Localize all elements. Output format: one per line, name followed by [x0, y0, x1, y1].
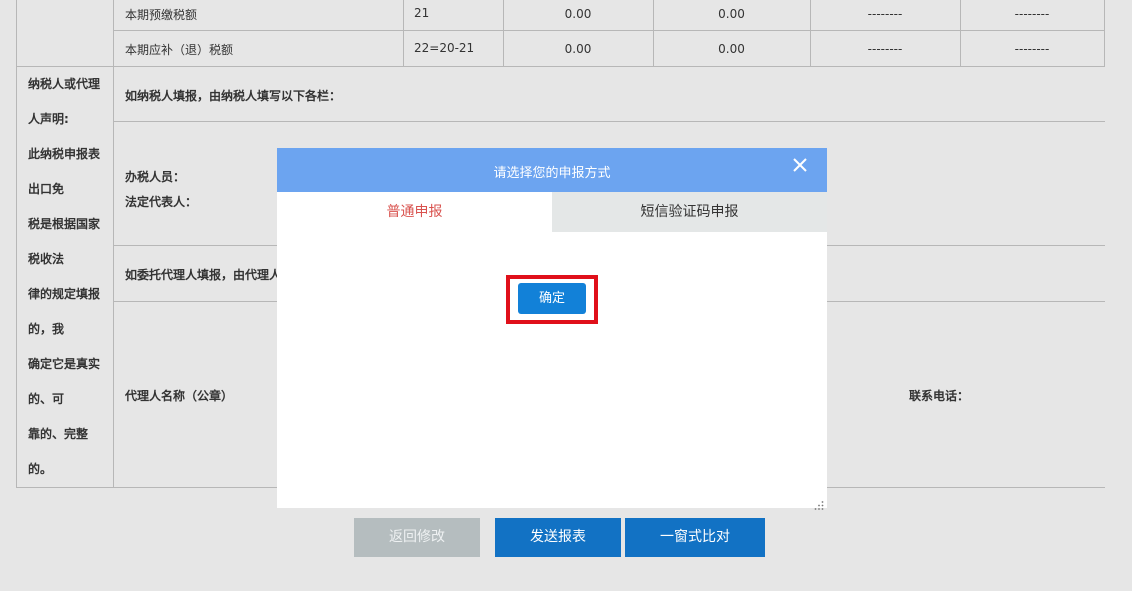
resize-grip-icon[interactable]: [814, 495, 824, 510]
declaration-line: 靠的、完整: [28, 427, 89, 441]
resize-grip-glyph: [814, 501, 824, 510]
declaration-line: 此纳税申报表: [28, 147, 101, 161]
agent-section-title: 如委托代理人填报，由代理人: [125, 268, 282, 282]
send-report-button[interactable]: 发送报表: [495, 518, 621, 557]
declaration-line: 人声明:: [28, 112, 69, 126]
row-value: --------: [1014, 42, 1050, 56]
phone-label: 联系电话：: [909, 389, 970, 403]
declaration-line: 的，我: [28, 322, 65, 336]
declaration-line: 确定它是真实: [28, 357, 101, 371]
grid-line: [16, 0, 17, 488]
grid-line: [113, 30, 1105, 31]
declaration-line: 律的规定填报: [28, 287, 101, 301]
declaration-line: 的、可: [28, 392, 65, 406]
row-value: --------: [867, 7, 903, 21]
declaration-line: 出口免: [28, 182, 65, 196]
row-formula: 22=20-21: [414, 41, 475, 55]
grid-line: [113, 121, 1105, 122]
close-icon-glyph: [793, 158, 807, 172]
tab-normal-declaration[interactable]: 普通申报: [277, 192, 552, 232]
declaration-line: 纳税人或代理: [28, 77, 101, 91]
handler-label: 办税人员：: [125, 170, 186, 184]
declaration-line: 税是根据国家: [28, 217, 101, 231]
row-label: 本期预缴税额: [125, 8, 198, 22]
grid-line: [1104, 0, 1105, 67]
grid-line: [16, 66, 1105, 67]
legal-rep-label: 法定代表人：: [125, 195, 198, 209]
row-value: 0.00: [564, 42, 592, 56]
confirm-button[interactable]: 确定: [518, 283, 586, 314]
grid-line: [403, 0, 404, 67]
declaration-statement: 纳税人或代理 人声明: 此纳税申报表 出口免 税是根据国家 税收法 律的规定填报…: [28, 67, 112, 487]
dialog-title: 请选择您的申报方式: [493, 166, 611, 181]
close-icon[interactable]: [789, 154, 811, 176]
row-value: --------: [867, 42, 903, 56]
dialog-tabs: 普通申报 短信验证码申报: [277, 192, 827, 232]
declaration-method-dialog: 请选择您的申报方式 普通申报 短信验证码申报 确定: [277, 148, 827, 510]
row-value: --------: [1014, 7, 1050, 21]
taxpayer-section-title: 如纳税人填报，由纳税人填写以下各栏：: [125, 89, 342, 103]
row-formula: 21: [414, 6, 430, 20]
declaration-line: 的。: [28, 462, 53, 476]
row-label: 本期应补（退）税额: [125, 43, 234, 57]
row-value: 0.00: [564, 7, 592, 21]
declaration-line: 税收法: [28, 252, 65, 266]
one-window-compare-button[interactable]: 一窗式比对: [625, 518, 765, 557]
row-value: 0.00: [718, 7, 745, 21]
row-value: 0.00: [718, 42, 745, 56]
agent-name-label: 代理人名称（公章）: [125, 389, 234, 403]
tab-sms-code-declaration[interactable]: 短信验证码申报: [552, 192, 827, 232]
back-edit-button[interactable]: 返回修改: [354, 518, 480, 557]
grid-line: [113, 0, 114, 488]
